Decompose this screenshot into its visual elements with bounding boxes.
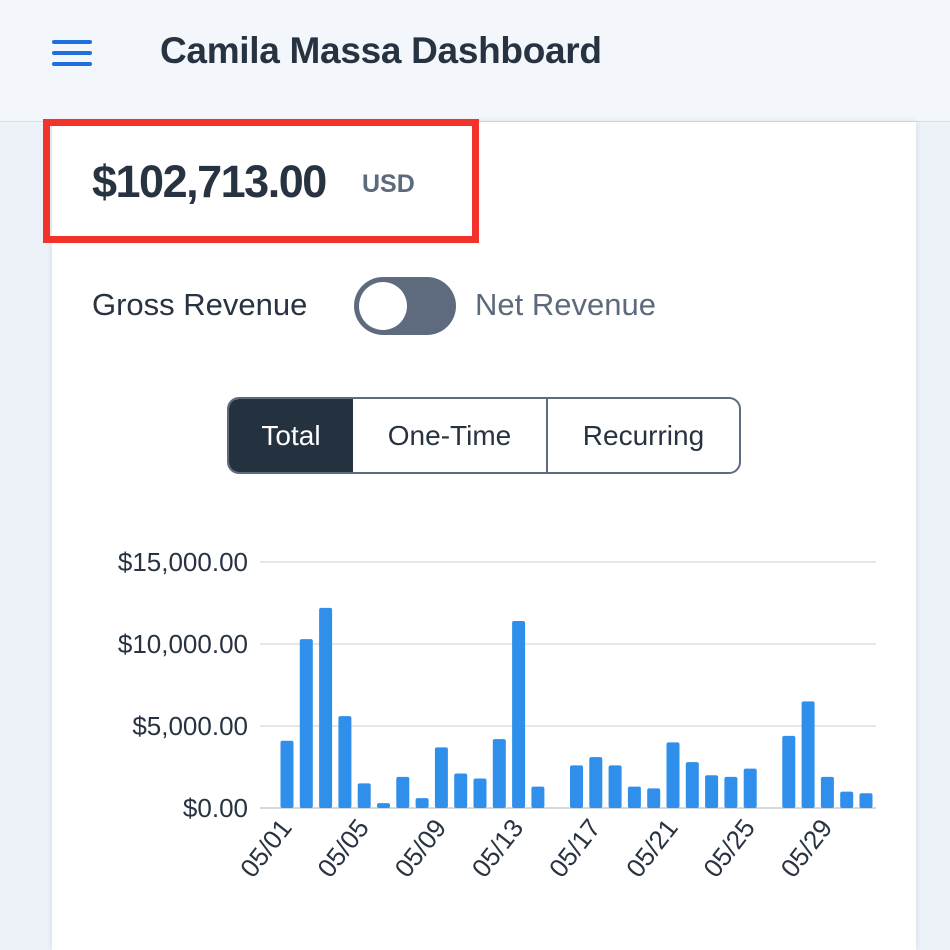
segment-total[interactable]: Total bbox=[229, 399, 353, 472]
menu-line bbox=[52, 40, 92, 44]
segment-recurring[interactable]: Recurring bbox=[548, 399, 739, 472]
revenue-type-segmented-control: Total One-Time Recurring bbox=[227, 397, 741, 474]
gross-revenue-label: Gross Revenue bbox=[92, 287, 308, 322]
segment-one-time[interactable]: One-Time bbox=[353, 399, 548, 472]
revenue-toggle[interactable] bbox=[354, 277, 456, 335]
menu-line bbox=[52, 62, 92, 66]
hamburger-menu-icon[interactable] bbox=[50, 38, 94, 68]
menu-line bbox=[52, 51, 92, 55]
app-header: Camila Massa Dashboard bbox=[0, 0, 950, 122]
highlight-box bbox=[43, 119, 479, 243]
net-revenue-label: Net Revenue bbox=[475, 287, 656, 322]
page-title: Camila Massa Dashboard bbox=[160, 30, 602, 71]
revenue-card bbox=[52, 122, 916, 950]
toggle-knob bbox=[359, 282, 407, 330]
